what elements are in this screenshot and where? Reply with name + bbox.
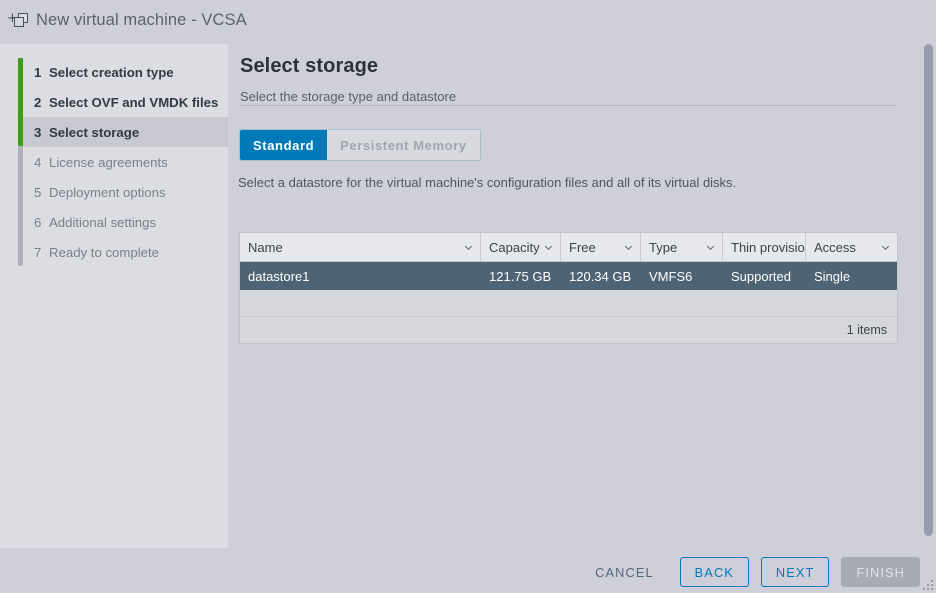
vertical-scrollbar[interactable] [923, 42, 934, 542]
wizard-footer: CANCEL BACK NEXT FINISH [0, 548, 936, 593]
cell-access: Single [814, 268, 851, 284]
table-row[interactable]: datastore1 121.75 GB 120.34 GB VMFS6 Sup… [240, 262, 897, 290]
cell-type: VMFS6 [649, 268, 693, 284]
sidebar-item-additional-settings[interactable]: 6 Additional settings [23, 207, 228, 237]
column-header-access[interactable]: Access [806, 233, 897, 261]
step-number: 6 [34, 214, 42, 230]
window-titlebar: + New virtual machine - VCSA [0, 0, 936, 40]
chevron-down-icon[interactable] [624, 243, 633, 252]
wizard-step-sidebar: 1 Select creation type 2 Select OVF and … [0, 44, 228, 548]
cell-free: 120.34 GB [569, 268, 632, 284]
sidebar-item-select-storage[interactable]: 3 Select storage [23, 117, 228, 147]
column-header-free[interactable]: Free [561, 233, 641, 261]
step-number: 4 [34, 154, 42, 170]
chevron-down-icon[interactable] [881, 243, 890, 252]
step-number: 2 [34, 94, 42, 110]
page-title: Select storage [240, 55, 379, 77]
cell-thin-provisioning: Supported [731, 268, 791, 284]
step-label: Deployment options [49, 184, 166, 200]
table-footer: 1 items [240, 316, 897, 343]
table-header-row: Name Capacity Free Type Thin provisio Ac… [240, 233, 897, 262]
column-header-type[interactable]: Type [641, 233, 723, 261]
table-empty-area [240, 290, 897, 316]
footer-button-row: CANCEL BACK NEXT FINISH [581, 557, 920, 587]
sidebar-item-license-agreements[interactable]: 4 License agreements [23, 147, 228, 177]
step-number: 5 [34, 184, 42, 200]
step-label: Select storage [49, 124, 140, 140]
new-vm-icon: + [6, 9, 32, 31]
column-header-thin-provisioning[interactable]: Thin provisio [723, 233, 806, 261]
step-label: Select creation type [49, 64, 174, 80]
step-label: Select OVF and VMDK files [49, 94, 219, 110]
wizard-content-pane: Select storage Select the storage type a… [228, 44, 922, 548]
storage-type-tabgroup: Standard Persistent Memory [239, 129, 481, 161]
datastore-table: Name Capacity Free Type Thin provisio Ac… [239, 232, 898, 344]
new-virtual-machine-wizard: + New virtual machine - VCSA 1 Select cr… [0, 0, 936, 593]
scrollbar-thumb[interactable] [924, 44, 933, 536]
item-count: 1 items [846, 323, 887, 337]
sidebar-item-select-ovf-and-vmdk-files[interactable]: 2 Select OVF and VMDK files [23, 87, 228, 117]
helper-text: Select a datastore for the virtual machi… [238, 175, 737, 190]
window-resize-grip[interactable] [923, 580, 933, 590]
back-button[interactable]: BACK [679, 557, 749, 587]
chevron-down-icon[interactable] [464, 243, 473, 252]
finish-button: FINISH [841, 557, 920, 587]
column-header-capacity[interactable]: Capacity [481, 233, 561, 261]
wizard-steps-list: 1 Select creation type 2 Select OVF and … [23, 57, 228, 267]
next-button[interactable]: NEXT [760, 557, 830, 587]
step-label: License agreements [49, 154, 168, 170]
cell-capacity: 121.75 GB [489, 268, 552, 284]
square-front-glyph [14, 17, 24, 27]
cancel-button[interactable]: CANCEL [581, 557, 668, 587]
step-label: Ready to complete [49, 244, 159, 260]
sidebar-item-select-creation-type[interactable]: 1 Select creation type [23, 57, 228, 87]
step-number: 3 [34, 124, 42, 140]
window-title: New virtual machine - VCSA [36, 10, 247, 29]
chevron-down-icon[interactable] [706, 243, 715, 252]
page-subtitle: Select the storage type and datastore [240, 89, 457, 104]
step-label: Additional settings [49, 214, 157, 230]
header-divider [240, 105, 896, 106]
tab-standard[interactable]: Standard [240, 130, 328, 160]
sidebar-item-ready-to-complete[interactable]: 7 Ready to complete [23, 237, 228, 267]
cell-name: datastore1 [248, 268, 310, 284]
column-header-name[interactable]: Name [240, 233, 481, 261]
tab-persistent-memory[interactable]: Persistent Memory [327, 130, 480, 160]
step-number: 7 [34, 244, 42, 260]
step-number: 1 [34, 64, 42, 80]
sidebar-item-deployment-options[interactable]: 5 Deployment options [23, 177, 228, 207]
chevron-down-icon[interactable] [544, 243, 553, 252]
